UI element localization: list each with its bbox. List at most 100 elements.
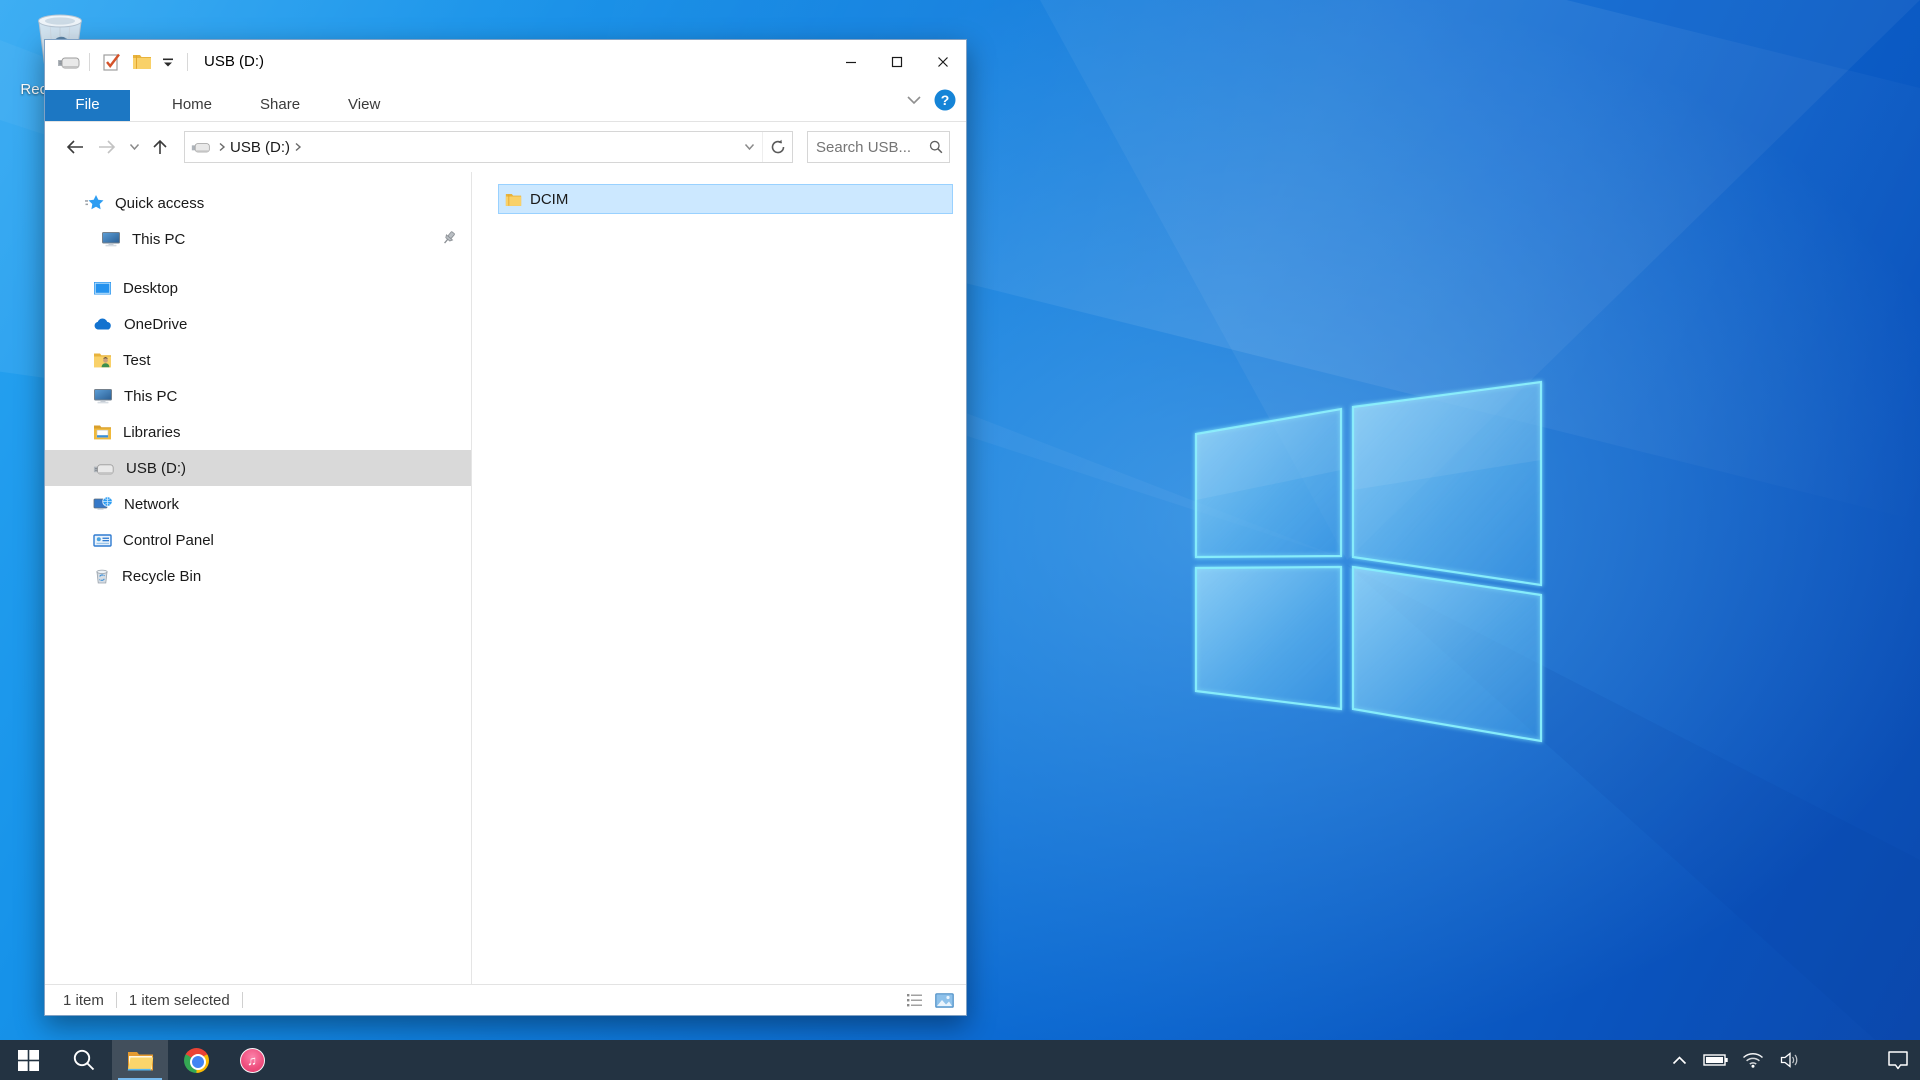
tab-share[interactable]: Share — [244, 90, 316, 121]
refresh-icon — [770, 139, 786, 155]
taskbar: ♫ — [0, 1040, 1920, 1080]
libraries-icon — [93, 423, 112, 441]
search-input[interactable] — [816, 139, 929, 156]
tab-file[interactable]: File — [45, 90, 130, 121]
maximize-button[interactable] — [874, 40, 920, 83]
search-icon — [72, 1048, 96, 1072]
minimize-button[interactable] — [828, 40, 874, 83]
sidebar-group-gap — [45, 257, 471, 270]
qat-new-folder-button[interactable] — [127, 47, 157, 77]
battery-icon — [1703, 1053, 1729, 1067]
svg-text:?: ? — [941, 92, 950, 108]
maximize-icon — [891, 56, 903, 68]
sidebar-item-libraries[interactable]: Libraries — [45, 414, 471, 450]
divider — [187, 53, 188, 71]
help-icon[interactable]: ? — [934, 89, 956, 111]
sidebar-item-label: Test — [123, 352, 151, 369]
divider — [89, 53, 90, 71]
navigation-pane: Quick access This PC — [45, 172, 471, 984]
sidebar-item-control-panel[interactable]: Control Panel — [45, 522, 471, 558]
address-bar[interactable]: USB (D:) — [184, 131, 793, 163]
monitor-icon — [101, 230, 121, 248]
tray-expand-button[interactable] — [1665, 1040, 1693, 1080]
window-title: USB (D:) — [204, 53, 264, 70]
qat-properties-button[interactable] — [98, 47, 127, 77]
usb-drive-icon — [191, 140, 211, 154]
star-icon — [85, 194, 104, 212]
monitor-icon — [93, 387, 113, 405]
tray-expand-chevron-icon — [1672, 1056, 1687, 1065]
windows-start-icon — [18, 1050, 39, 1071]
control-panel-icon — [93, 531, 112, 549]
sidebar-item-usb-d[interactable]: USB (D:) — [45, 450, 471, 486]
details-view-icon[interactable] — [906, 993, 923, 1008]
chrome-icon — [184, 1048, 209, 1073]
up-button[interactable] — [146, 131, 174, 163]
close-button[interactable] — [920, 40, 966, 83]
pin-icon — [442, 230, 457, 246]
sidebar-item-desktop[interactable]: Desktop — [45, 270, 471, 306]
forward-button[interactable] — [91, 131, 123, 163]
breadcrumb[interactable]: USB (D:) — [230, 139, 290, 156]
up-arrow-icon — [152, 138, 168, 156]
file-item-dcim[interactable]: DCIM — [498, 184, 953, 214]
back-arrow-icon — [65, 139, 85, 155]
file-item-label: DCIM — [530, 191, 568, 208]
qat-customize-button[interactable] — [157, 47, 179, 77]
sidebar-item-quick-access[interactable]: Quick access — [45, 185, 471, 221]
usb-drive-icon — [93, 461, 115, 476]
sidebar-item-label: Control Panel — [123, 532, 214, 549]
action-center-icon — [1887, 1050, 1909, 1070]
usb-drive-icon — [57, 54, 81, 70]
caption-buttons — [828, 40, 966, 83]
titlebar[interactable]: USB (D:) — [45, 40, 966, 83]
file-explorer-icon — [127, 1049, 154, 1072]
network-icon — [93, 495, 113, 513]
recent-locations-button[interactable] — [123, 131, 146, 163]
sidebar-item-test[interactable]: Test — [45, 342, 471, 378]
battery-indicator[interactable] — [1702, 1040, 1730, 1080]
minimize-icon — [845, 56, 857, 68]
system-tray — [1665, 1040, 1920, 1080]
start-button[interactable] — [0, 1040, 56, 1080]
volume-indicator[interactable] — [1776, 1040, 1804, 1080]
desktop: Recycle Bin — [0, 0, 1920, 1080]
taskbar-file-explorer-button[interactable] — [112, 1040, 168, 1080]
sidebar-item-label: Libraries — [123, 424, 181, 441]
sidebar-item-network[interactable]: Network — [45, 486, 471, 522]
breadcrumb-chevron-icon[interactable] — [294, 142, 302, 152]
breadcrumb-chevron-icon[interactable] — [218, 142, 226, 152]
close-icon — [937, 56, 949, 68]
sidebar-item-label: Recycle Bin — [122, 568, 201, 585]
sidebar-item-this-pc-pinned[interactable]: This PC — [45, 221, 471, 257]
tab-view[interactable]: View — [332, 90, 396, 121]
tab-home[interactable]: Home — [156, 90, 228, 121]
expand-ribbon-chevron-icon[interactable] — [906, 95, 922, 105]
large-icons-view-icon[interactable] — [935, 993, 954, 1008]
user-folder-icon — [93, 351, 112, 369]
onedrive-cloud-icon — [93, 315, 113, 333]
file-list-pane[interactable]: DCIM — [472, 172, 966, 984]
status-items-count: 1 item — [63, 992, 104, 1009]
taskbar-search-button[interactable] — [56, 1040, 112, 1080]
taskbar-itunes-button[interactable]: ♫ — [224, 1040, 280, 1080]
refresh-button[interactable] — [762, 132, 792, 162]
wifi-indicator[interactable] — [1739, 1040, 1767, 1080]
sidebar-item-label: Desktop — [123, 280, 178, 297]
file-explorer-window: USB (D:) — [44, 39, 967, 1016]
search-box[interactable] — [807, 131, 950, 163]
back-button[interactable] — [59, 131, 91, 163]
sidebar-item-recycle-bin[interactable]: Recycle Bin — [45, 558, 471, 594]
statusbar: 1 item 1 item selected — [45, 984, 966, 1015]
address-dropdown-chevron-icon — [744, 143, 755, 151]
folder-icon — [505, 192, 522, 207]
taskbar-chrome-button[interactable] — [168, 1040, 224, 1080]
address-dropdown-button[interactable] — [736, 132, 762, 162]
status-selection: 1 item selected — [129, 992, 230, 1009]
action-center-button[interactable] — [1884, 1040, 1912, 1080]
sidebar-item-this-pc[interactable]: This PC — [45, 378, 471, 414]
search-icon[interactable] — [929, 139, 943, 155]
divider — [116, 992, 117, 1008]
sidebar-item-onedrive[interactable]: OneDrive — [45, 306, 471, 342]
sidebar-item-label: Quick access — [115, 195, 204, 212]
